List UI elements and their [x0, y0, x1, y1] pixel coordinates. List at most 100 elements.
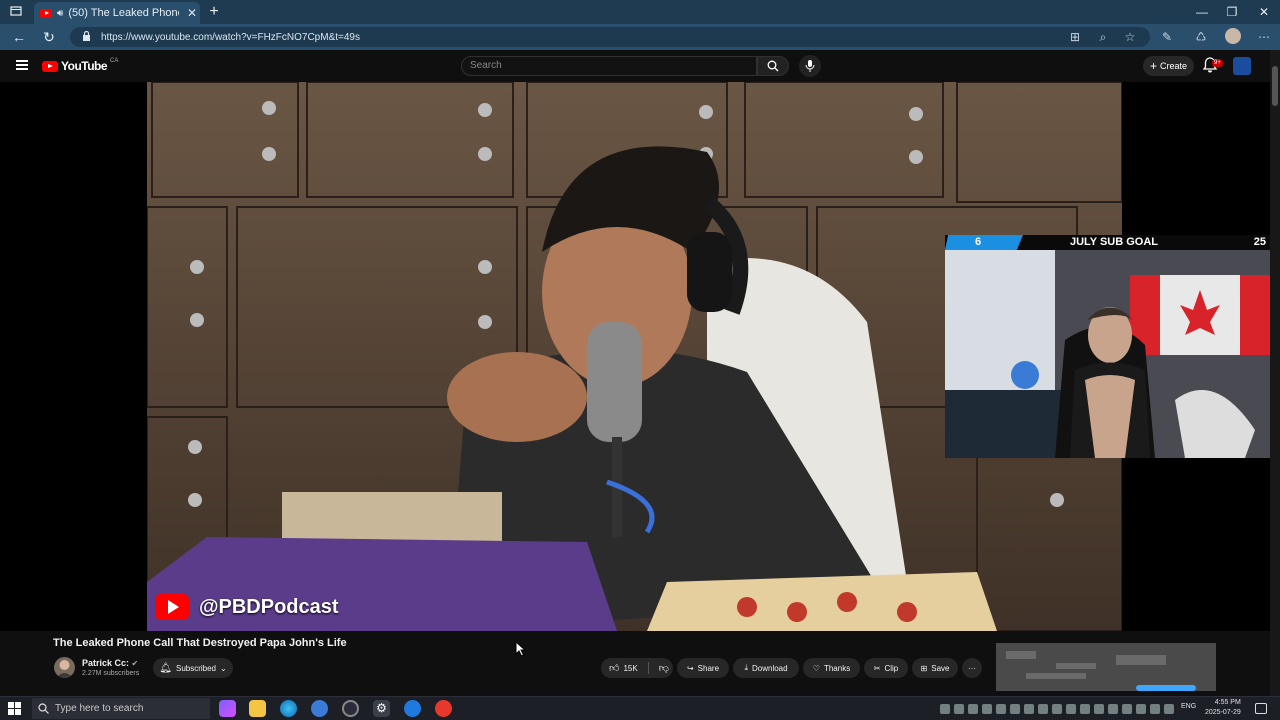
refresh-button[interactable]: ↻	[40, 28, 58, 46]
tray-icon[interactable]	[1164, 704, 1174, 714]
thanks-button[interactable]: ♡ Thanks	[803, 658, 860, 678]
browser-tab-active[interactable]: 🔊︎ (50) The Leaked Phone Call T ✕	[34, 2, 200, 24]
browser-tab-bar: 🔊︎ (50) The Leaked Phone Call T ✕ + — ❐ …	[0, 0, 1280, 24]
clip-button[interactable]: ✂ Clip	[864, 658, 908, 678]
download-icon: ⤓	[744, 663, 748, 672]
tray-icon[interactable]	[954, 704, 964, 714]
file-explorer-icon[interactable]	[249, 700, 266, 717]
account-avatar[interactable]	[1233, 57, 1251, 75]
tray-icon[interactable]	[996, 704, 1006, 714]
more-options-icon[interactable]: ⋯	[1255, 28, 1273, 46]
share-label: Share	[697, 663, 720, 673]
tab-title: (50) The Leaked Phone Call T	[68, 7, 179, 19]
save-button[interactable]: ⊞ Save	[912, 658, 958, 678]
channel-avatar[interactable]	[54, 657, 75, 678]
edge-browser-icon[interactable]	[280, 700, 297, 717]
input-language[interactable]: ENG	[1181, 703, 1196, 710]
copilot-icon[interactable]	[219, 700, 236, 717]
youtube-logo-text: YouTube	[61, 59, 108, 73]
profile-avatar-icon[interactable]	[1224, 28, 1242, 46]
close-window-button[interactable]: ✕	[1249, 3, 1279, 21]
tray-icon[interactable]	[1094, 704, 1104, 714]
page-scrollbar[interactable]	[1270, 50, 1280, 696]
subscribed-button[interactable]: 🔔︎ Subscribed ⌄	[153, 658, 233, 678]
speaker-icon[interactable]: 🔊︎	[57, 8, 63, 19]
taskbar-search-placeholder: Type here to search	[55, 703, 144, 714]
scrollbar-thumb[interactable]	[1272, 66, 1278, 106]
youtube-favicon-icon	[40, 8, 52, 18]
hamburger-menu-icon[interactable]	[16, 60, 28, 70]
create-button[interactable]: + Create	[1143, 56, 1194, 76]
tray-icon[interactable]	[940, 704, 950, 714]
back-button[interactable]: ←	[10, 28, 28, 46]
taskbar-clock[interactable]: 4:55 PM 2025-07-29	[1205, 698, 1241, 718]
bell-icon: 🔔︎	[159, 662, 172, 674]
tray-icon[interactable]	[1150, 704, 1160, 714]
restore-button[interactable]: ❐	[1217, 3, 1247, 21]
plus-icon: +	[1149, 59, 1157, 73]
record-app-icon[interactable]	[435, 700, 452, 717]
download-button[interactable]: ⤓ Download	[733, 658, 799, 678]
app-icon-arrow[interactable]	[404, 700, 421, 717]
like-count: 15K	[623, 663, 638, 673]
lock-icon	[82, 30, 91, 44]
like-button[interactable]: 👍︎ 15K	[609, 662, 638, 674]
search-button[interactable]	[757, 56, 789, 76]
tray-icon[interactable]	[1108, 704, 1118, 714]
browser-toolbar: ← ↻ https://www.youtube.com/watch?v=FHzF…	[0, 24, 1280, 50]
extension-icon[interactable]: ✎	[1158, 28, 1176, 46]
zoom-icon[interactable]: ⌕	[1094, 28, 1112, 46]
tray-icon[interactable]	[1136, 704, 1146, 714]
browser-essentials-icon[interactable]: ♺	[1192, 28, 1210, 46]
webcam-feed	[945, 250, 1270, 458]
tray-icon[interactable]	[982, 704, 992, 714]
minimize-button[interactable]: —	[1187, 3, 1217, 21]
tray-icon[interactable]	[1038, 704, 1048, 714]
channel-name[interactable]: Patrick Cc: ✔	[82, 658, 138, 668]
save-label: Save	[931, 663, 950, 673]
thumbs-down-icon: 👎︎	[658, 663, 669, 674]
tab-actions-icon[interactable]	[7, 3, 25, 21]
webcam-image	[945, 250, 1270, 458]
video-title: The Leaked Phone Call That Destroyed Pap…	[53, 637, 347, 649]
search-input[interactable]: Search	[461, 56, 757, 76]
tray-icon[interactable]	[1066, 704, 1076, 714]
thumbs-up-icon: 👍︎	[609, 663, 620, 674]
youtube-logo[interactable]: YouTube CA	[42, 58, 119, 73]
notification-count-badge: 9+	[1212, 59, 1223, 67]
thanks-label: Thanks	[823, 663, 851, 673]
settings-gear-icon[interactable]: ⚙	[373, 700, 390, 717]
favorite-star-icon[interactable]: ☆	[1121, 28, 1139, 46]
taskbar-search-input[interactable]: Type here to search	[32, 698, 210, 719]
youtube-play-logo-icon	[42, 60, 58, 72]
new-tab-button[interactable]: +	[205, 3, 223, 21]
country-code: CA	[110, 58, 119, 64]
chevron-down-icon: ⌄	[220, 663, 227, 673]
tray-icon[interactable]	[1122, 704, 1132, 714]
blurred-sidebar-thumbnail[interactable]	[996, 643, 1216, 691]
app-available-icon[interactable]: ⊞	[1066, 28, 1084, 46]
search-icon	[767, 60, 779, 72]
tray-icon[interactable]	[1024, 704, 1034, 714]
obs-icon[interactable]	[342, 700, 359, 717]
tray-icon[interactable]	[1010, 704, 1020, 714]
thanks-icon: ♡	[812, 663, 820, 673]
tray-icon[interactable]	[1052, 704, 1062, 714]
dislike-button[interactable]: 👎︎	[659, 662, 669, 674]
windows-start-icon[interactable]	[8, 702, 21, 715]
app-icon-blue[interactable]	[311, 700, 328, 717]
notification-center-icon[interactable]	[1255, 703, 1267, 714]
search-icon	[38, 703, 49, 714]
voice-search-button[interactable]	[799, 55, 821, 77]
share-button[interactable]: ↪ Share	[677, 658, 729, 678]
system-tray[interactable]	[940, 701, 1174, 717]
download-label: Download	[751, 663, 788, 673]
tray-icon[interactable]	[1080, 704, 1090, 714]
more-actions-button[interactable]: ···	[962, 658, 982, 678]
close-tab-icon[interactable]: ✕	[184, 6, 200, 20]
share-icon: ↪	[686, 663, 694, 673]
tray-icon[interactable]	[968, 704, 978, 714]
sub-goal-progress-fill	[945, 235, 1023, 250]
mouse-cursor-icon	[515, 641, 527, 657]
address-bar[interactable]: https://www.youtube.com/watch?v=FHzFcNO7…	[70, 27, 1150, 47]
